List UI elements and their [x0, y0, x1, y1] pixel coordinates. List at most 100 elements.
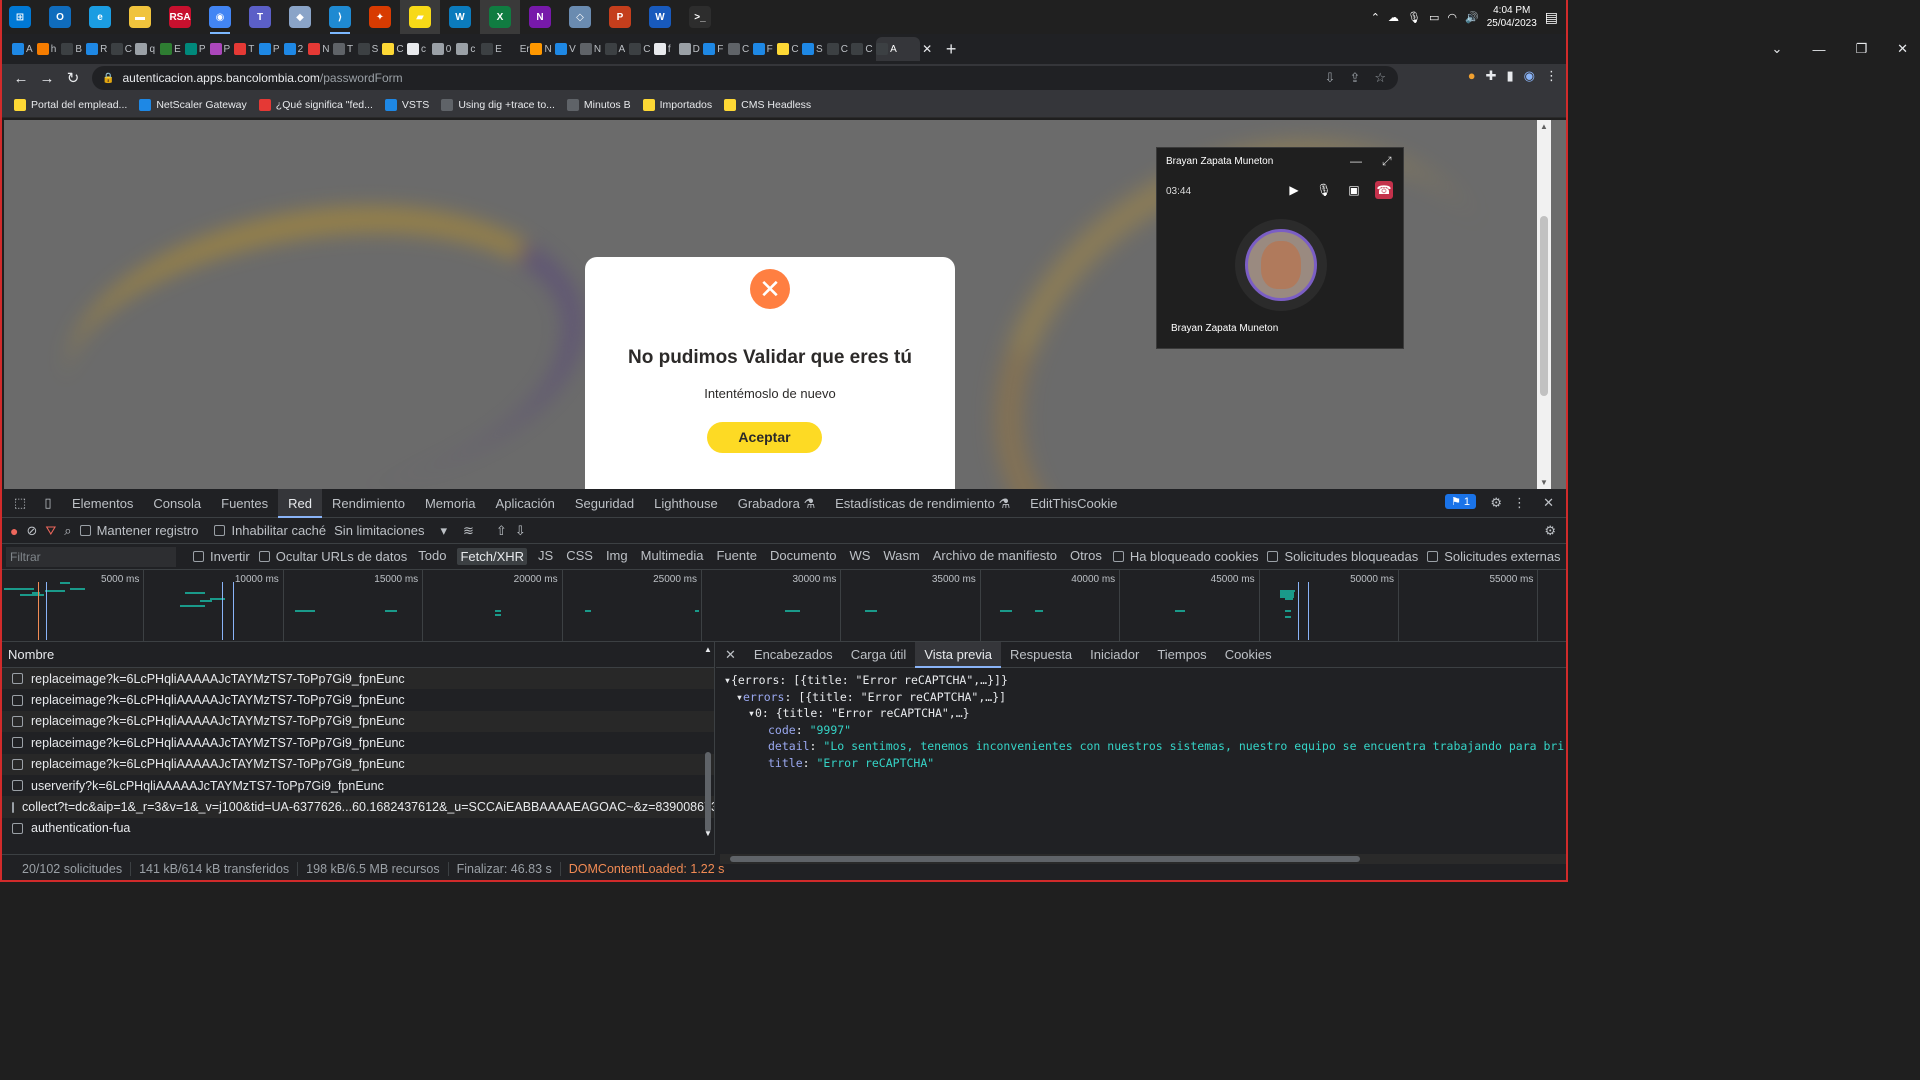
devtools-tab[interactable]: Fuentes	[211, 489, 278, 518]
browser-tab[interactable]: V	[555, 37, 580, 61]
scroll-thumb[interactable]	[730, 856, 1360, 862]
lock-icon[interactable]: 🔒	[102, 73, 114, 84]
notifications-icon[interactable]: ▤	[1545, 9, 1558, 26]
cookie-extension-icon[interactable]: ●	[1468, 68, 1476, 84]
request-checkbox[interactable]	[12, 780, 23, 792]
browser-tab[interactable]: F	[752, 37, 778, 61]
devtools-tab[interactable]: Consola	[143, 489, 211, 518]
taskbar-app-button[interactable]: >_	[680, 0, 720, 34]
taskbar-app-button[interactable]: ⟩	[320, 0, 360, 34]
request-row[interactable]: collect?t=dc&aip=1&_r=3&v=1&_v=j100&tid=…	[0, 796, 714, 818]
preserve-log-checkbox[interactable]: Mantener registro	[79, 523, 198, 538]
browser-tab[interactable]: F	[703, 37, 728, 61]
browser-tab[interactable]: A	[12, 37, 37, 61]
resource-type-filter[interactable]: Img	[604, 548, 630, 565]
bookmark-item[interactable]: Minutos B	[566, 98, 631, 111]
resource-type-filter[interactable]: Otros	[1068, 548, 1104, 565]
resource-type-filter[interactable]: Fuente	[714, 548, 758, 565]
minimize-call-icon[interactable]: —	[1350, 154, 1362, 168]
settings-gear-icon[interactable]: ⚙	[1490, 495, 1502, 511]
resource-type-filter[interactable]: JS	[536, 548, 555, 565]
devtools-tab[interactable]: Elementos	[62, 489, 143, 518]
detail-tab[interactable]: Iniciador	[1081, 642, 1148, 668]
detail-horizontal-scrollbar[interactable]	[720, 854, 1566, 864]
devtools-tab[interactable]: Aplicación	[486, 489, 565, 518]
bookmark-item[interactable]: CMS Headless	[724, 98, 811, 111]
browser-tab[interactable]: B	[61, 37, 86, 61]
battery-icon[interactable]: ▭	[1429, 11, 1439, 24]
search-icon[interactable]: ⌕	[64, 523, 71, 539]
browser-tab[interactable]: C	[382, 37, 407, 61]
hide-data-urls-checkbox[interactable]: Ocultar URLs de datos	[258, 549, 407, 564]
more-menu-icon[interactable]: ⋮	[1545, 68, 1558, 84]
clear-icon[interactable]: ⊘	[26, 523, 37, 539]
bookmark-star-icon[interactable]: ☆	[1374, 70, 1386, 86]
browser-tab[interactable]: D	[678, 37, 704, 61]
browser-tab[interactable]: f	[653, 37, 679, 61]
scroll-up-icon[interactable]: ▲	[704, 645, 712, 654]
resource-type-filter[interactable]: Documento	[768, 548, 838, 565]
detail-tab[interactable]: Respuesta	[1001, 642, 1081, 668]
camera-off-icon[interactable]: ▶	[1285, 181, 1303, 199]
detail-tab[interactable]: Vista previa	[915, 641, 1002, 668]
browser-tab[interactable]: C	[826, 37, 852, 61]
json-error-0[interactable]: ▾0: {title: "Error reCAPTCHA",…}	[724, 705, 1564, 722]
hang-up-icon[interactable]: ☎	[1375, 181, 1393, 199]
share-icon[interactable]: ⇪	[1349, 70, 1360, 86]
page-scrollbar[interactable]: ▲ ▼	[1537, 120, 1551, 489]
close-devtools-icon[interactable]: ✕	[1543, 495, 1554, 511]
accept-button[interactable]: Aceptar	[707, 422, 822, 453]
browser-tab[interactable]: N	[530, 37, 555, 61]
throttling-select[interactable]: Sin limitaciones ▾	[334, 523, 447, 539]
browser-tab[interactable]: C	[629, 37, 654, 61]
taskbar-app-button[interactable]: RSA	[160, 0, 200, 34]
taskbar-app-button[interactable]: O	[40, 0, 80, 34]
taskbar-app-button[interactable]: ◆	[280, 0, 320, 34]
chevron-up-icon[interactable]: ⌃	[1371, 11, 1380, 24]
browser-tab[interactable]: P	[184, 37, 210, 61]
taskbar-app-button[interactable]: P	[600, 0, 640, 34]
request-checkbox[interactable]	[12, 694, 23, 706]
request-checkbox[interactable]	[12, 801, 14, 813]
browser-tab[interactable]: c	[407, 37, 432, 61]
minimize-icon[interactable]: —	[1812, 42, 1825, 57]
browser-tab[interactable]: E	[481, 37, 506, 61]
browser-tab[interactable]: A	[876, 37, 921, 61]
browser-tab[interactable]: Error	[505, 37, 530, 61]
resource-type-filter[interactable]: Todo	[416, 548, 448, 565]
taskbar-app-button[interactable]: ✦	[360, 0, 400, 34]
back-icon[interactable]: ←	[8, 70, 34, 87]
bookmark-item[interactable]: VSTS	[384, 98, 429, 111]
taskbar-app-button[interactable]: ⊞	[0, 0, 40, 34]
request-checkbox[interactable]	[12, 737, 23, 749]
issues-badge[interactable]: ⚑ 1	[1444, 494, 1476, 509]
request-checkbox[interactable]	[12, 822, 23, 834]
side-panel-icon[interactable]: ▮	[1507, 68, 1514, 84]
taskbar-app-button[interactable]: ◉	[200, 0, 240, 34]
close-window-icon[interactable]: ✕	[1897, 41, 1908, 57]
taskbar-app-button[interactable]: N	[520, 0, 560, 34]
network-overview-timeline[interactable]: 5000 ms 10000 ms 15000 ms 20000 ms 25000 ms 3…	[0, 570, 1568, 642]
export-har-icon[interactable]: ⇩	[515, 523, 526, 539]
tab-search-icon[interactable]: ⌄	[1772, 41, 1783, 57]
microphone-icon[interactable]: 🎙	[1315, 181, 1333, 199]
disable-cache-checkbox[interactable]: Inhabilitar caché	[214, 523, 326, 538]
browser-tab[interactable]: h	[36, 37, 62, 61]
restore-icon[interactable]: ❐	[1855, 41, 1867, 57]
scroll-thumb[interactable]	[1540, 216, 1548, 396]
scroll-up-icon[interactable]: ▲	[1537, 122, 1551, 131]
taskbar-app-button[interactable]: ▰	[400, 0, 440, 34]
taskbar-app-button[interactable]: T	[240, 0, 280, 34]
volume-icon[interactable]: 🔊	[1465, 11, 1479, 24]
scroll-down-icon[interactable]: ▼	[1537, 478, 1551, 487]
devtools-tab[interactable]: EditThisCookie	[1020, 489, 1127, 518]
scroll-down-icon[interactable]: ▼	[704, 829, 712, 838]
browser-tab[interactable]: A	[604, 37, 630, 61]
browser-tab[interactable]: C	[110, 37, 136, 61]
extensions-puzzle-icon[interactable]: ✚	[1486, 68, 1497, 84]
close-tab-icon[interactable]: ✕	[922, 42, 932, 56]
network-conditions-icon[interactable]: ≋	[463, 523, 474, 539]
taskbar-app-button[interactable]: ◇	[560, 0, 600, 34]
bookmark-item[interactable]: NetScaler Gateway	[139, 98, 247, 111]
resource-type-filter[interactable]: Archivo de manifiesto	[931, 548, 1059, 565]
